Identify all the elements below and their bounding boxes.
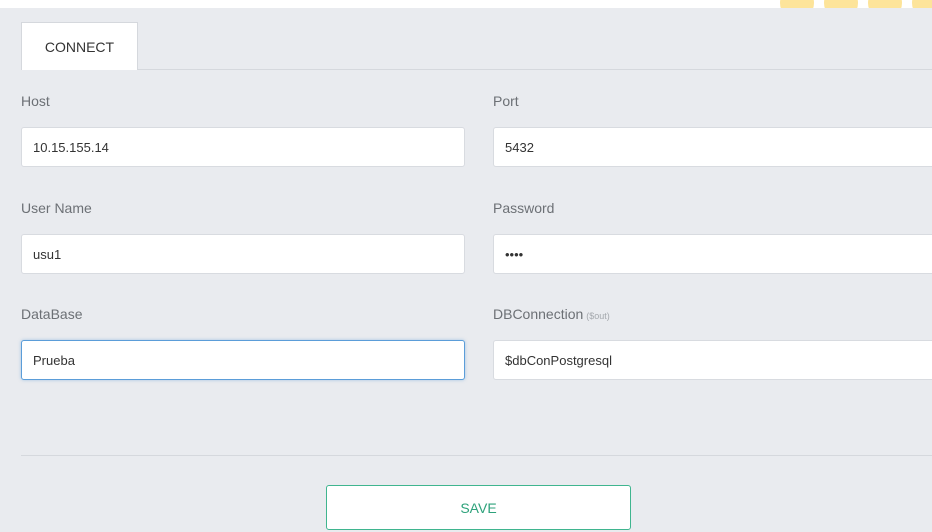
tab-connect-label: CONNECT (44, 38, 115, 55)
tab-bar-divider (137, 69, 932, 70)
database-label: DataBase (21, 306, 83, 322)
db-connection-label: DBConnection ($out) (493, 306, 610, 322)
db-connection-sublabel: ($out) (586, 311, 610, 321)
tab-connect[interactable]: CONNECT (21, 22, 138, 70)
save-button[interactable]: SAVE (326, 485, 631, 530)
user-name-label: User Name (21, 200, 92, 216)
db-connection-label-text: DBConnection (493, 306, 584, 322)
port-input[interactable] (493, 127, 932, 167)
port-label: Port (493, 93, 519, 109)
form-divider (21, 455, 932, 456)
host-input[interactable] (21, 127, 465, 167)
connection-panel: CONNECT Host Port User Name Password Dat… (0, 8, 932, 532)
db-connection-input[interactable] (493, 340, 932, 380)
user-name-input[interactable] (21, 234, 465, 274)
password-input[interactable] (493, 234, 932, 274)
host-label: Host (21, 93, 50, 109)
password-label: Password (493, 200, 555, 216)
database-input[interactable] (21, 340, 465, 380)
